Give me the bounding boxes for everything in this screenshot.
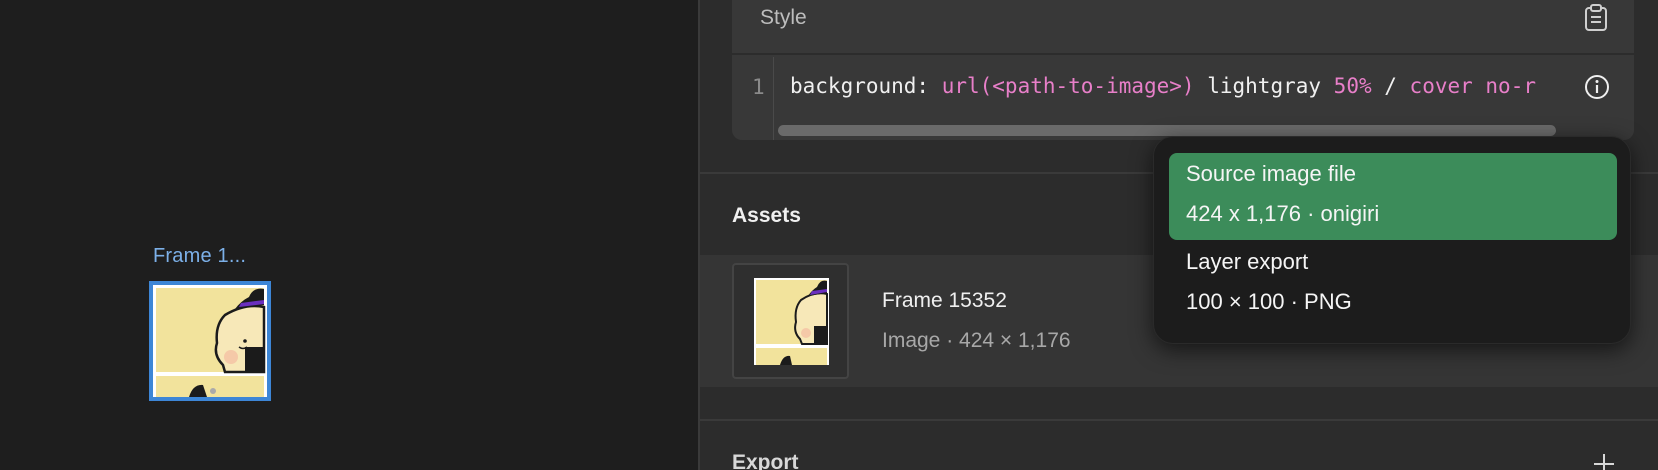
design-canvas[interactable]: Frame 1... [0,0,698,470]
line-number: 1 [752,75,765,99]
code-color-value: lightgray [1194,74,1334,98]
code-gutter: 1 [732,57,774,140]
clipboard-icon[interactable] [1584,4,1608,32]
code-percent-value: 50% [1333,74,1372,98]
asset-thumbnail [754,278,829,365]
code-property: background: [790,74,942,98]
download-options-popover: Source image file 424 x 1,176 · onigiri … [1153,136,1631,344]
option-subtitle: 100 × 100 · PNG [1186,289,1352,314]
horizontal-scrollbar[interactable] [778,125,1556,136]
option-title: Source image file [1186,161,1356,186]
layer-export-option[interactable]: Layer export 100 × 100 · PNG [1169,241,1617,328]
selected-frame[interactable] [149,281,271,401]
onigiri-thumbnail-artwork [754,278,829,365]
style-card: Style 1 background: url(<path-to-image>)… [732,0,1634,140]
code-keywords: cover no-r [1409,74,1536,98]
source-image-option[interactable]: Source image file 424 x 1,176 · onigiri [1169,153,1617,240]
info-icon[interactable] [1584,74,1610,100]
asset-meta: Image · 424 × 1,176 [882,329,1071,352]
export-section-title: Export [732,451,799,470]
section-divider [700,419,1658,421]
asset-thumbnail-frame [732,263,849,379]
assets-section-title: Assets [732,204,801,227]
code-url-function: url(<path-to-image>) [941,74,1195,98]
css-code-line[interactable]: background: url(<path-to-image>) lightgr… [790,74,1600,98]
onigiri-artwork [153,285,267,397]
code-slash: / [1371,74,1410,98]
asset-name: Frame 15352 [882,289,1007,312]
option-subtitle: 424 x 1,176 · onigiri [1186,201,1380,226]
style-title: Style [760,6,807,29]
option-title: Layer export [1186,249,1309,274]
frame-name-label[interactable]: Frame 1... [153,245,246,268]
style-header: Style [732,0,1634,55]
plus-icon[interactable] [1592,452,1616,470]
code-block[interactable]: 1 background: url(<path-to-image>) light… [732,57,1634,140]
